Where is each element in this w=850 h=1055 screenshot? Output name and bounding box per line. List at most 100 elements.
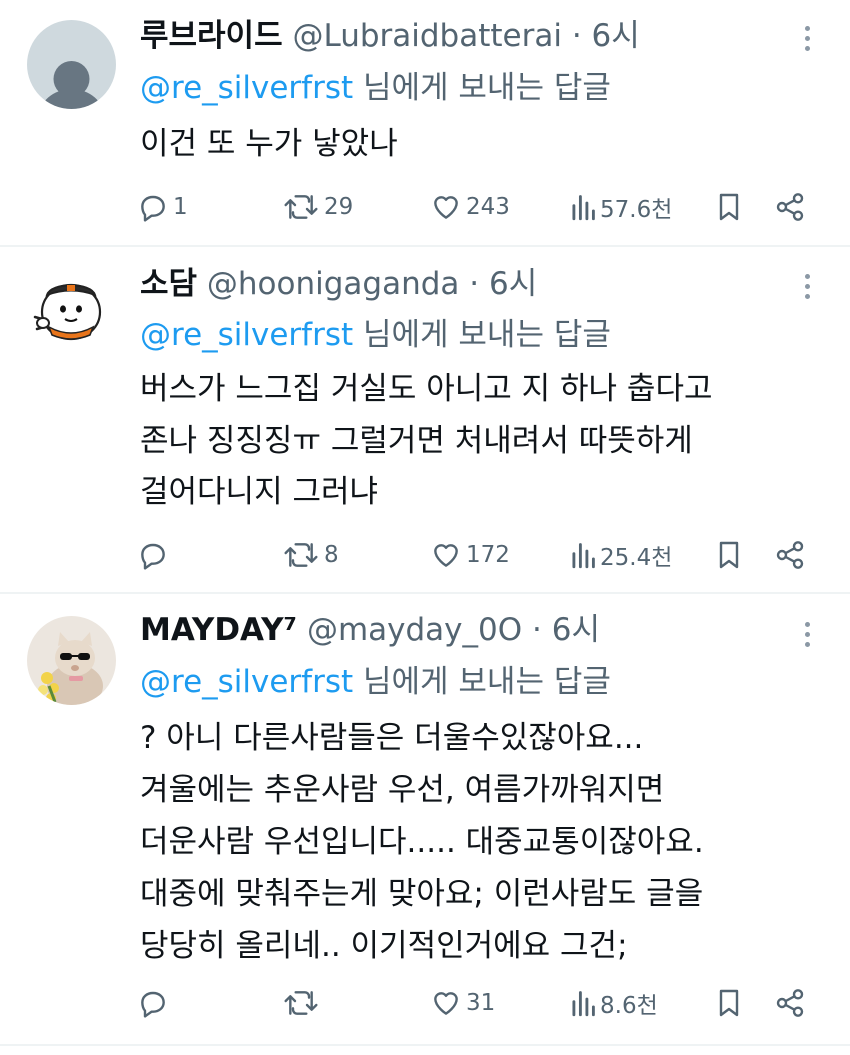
reply-to-label: 님에게 보내는 답글 bbox=[363, 317, 611, 353]
reply-to-label: 님에게 보내는 답글 bbox=[363, 70, 611, 106]
more-options-button[interactable] bbox=[800, 622, 814, 652]
retweet-count: 8 bbox=[324, 542, 339, 568]
share-icon bbox=[776, 193, 804, 221]
views-count: 57.6천 bbox=[600, 197, 673, 223]
bar-chart-icon bbox=[572, 543, 595, 569]
display-name[interactable]: 소담 bbox=[140, 266, 197, 302]
reply-context: @re_silverfrst 님에게 보내는 답글 bbox=[140, 66, 611, 110]
reply-count: 1 bbox=[173, 194, 188, 220]
share-icon bbox=[776, 989, 804, 1017]
bookmark-button[interactable] bbox=[713, 983, 745, 1023]
tweet-header: 소담 @hoonigaganda · 6시 bbox=[140, 262, 780, 306]
retweet-button[interactable]: 29 bbox=[282, 187, 353, 227]
more-dot bbox=[804, 46, 810, 51]
tweet-text-line: 대중에 맞춰주는게 맞아요; 이런사람도 글을 bbox=[140, 876, 704, 912]
like-button[interactable]: 31 bbox=[430, 983, 495, 1023]
retweet-button[interactable]: 8 bbox=[282, 535, 339, 575]
share-button[interactable] bbox=[773, 983, 807, 1023]
tweet-text-line: 이건 또 누가 낳았나 bbox=[140, 126, 398, 162]
like-count: 31 bbox=[466, 990, 496, 1016]
tweet-2[interactable]: 소담 @hoonigaganda · 6시 @re_silverfrst 님에게… bbox=[0, 247, 850, 592]
views-button[interactable]: 57.6천 bbox=[570, 187, 672, 227]
tweet-text-line: 걸어다니지 그러냐 bbox=[140, 474, 379, 510]
avatar[interactable] bbox=[27, 616, 116, 705]
bookmark-button[interactable] bbox=[713, 187, 745, 227]
tweet-text-line: 당당히 올리네.. 이기적인거에요 그건; bbox=[140, 928, 628, 964]
separator-dot: · bbox=[532, 612, 542, 648]
user-handle[interactable]: @hoonigaganda bbox=[207, 266, 460, 302]
action-bar: 1 29 243 57.6천 bbox=[0, 187, 850, 227]
bookmark-icon bbox=[719, 989, 739, 1017]
share-button[interactable] bbox=[773, 535, 807, 575]
reply-to-handle[interactable]: @re_silverfrst bbox=[140, 70, 353, 106]
reply-context: @re_silverfrst 님에게 보내는 답글 bbox=[140, 313, 611, 357]
tweet-header: MAYDAY⁷ @mayday_0O · 6시 bbox=[140, 608, 780, 652]
like-button[interactable]: 172 bbox=[430, 535, 510, 575]
views-button[interactable]: 25.4천 bbox=[570, 535, 672, 575]
more-options-button[interactable] bbox=[800, 274, 814, 304]
retweet-icon bbox=[284, 543, 318, 567]
tweet-text-line: ? 아니 다른사람들은 더울수있잖아요... bbox=[140, 720, 644, 756]
tweet-3[interactable]: MAYDAY⁷ @mayday_0O · 6시 @re_silverfrst 님… bbox=[0, 594, 850, 1044]
more-dots-icon bbox=[804, 274, 810, 279]
tweet-1[interactable]: 루브라이드 @Lubraidbatterai · 6시 @re_silverfr… bbox=[0, 0, 850, 246]
more-dot bbox=[804, 642, 810, 647]
separator-dot: · bbox=[571, 18, 582, 54]
bookmark-icon bbox=[719, 193, 739, 221]
reply-to-label: 님에게 보내는 답글 bbox=[363, 664, 611, 700]
heart-icon bbox=[434, 992, 458, 1015]
reply-button[interactable] bbox=[137, 983, 173, 1023]
timestamp[interactable]: 6시 bbox=[489, 266, 537, 302]
bookmark-icon bbox=[719, 541, 739, 569]
views-button[interactable]: 8.6천 bbox=[570, 983, 658, 1023]
more-dot bbox=[804, 36, 810, 41]
share-icon bbox=[776, 541, 804, 569]
avatar[interactable] bbox=[27, 20, 116, 109]
more-dot bbox=[804, 284, 810, 289]
divider bbox=[0, 1044, 850, 1046]
default-avatar-icon bbox=[27, 20, 116, 109]
display-name[interactable]: 루브라이드 bbox=[140, 18, 283, 54]
retweet-count: 29 bbox=[324, 194, 354, 220]
reply-to-handle[interactable]: @re_silverfrst bbox=[140, 317, 353, 353]
tweet-text-line: 존나 징징징ㅠ 그럴거면 처내려서 따뜻하게 bbox=[140, 423, 693, 459]
user-handle[interactable]: @mayday_0O bbox=[307, 612, 522, 648]
like-count: 172 bbox=[466, 542, 510, 568]
heart-icon bbox=[434, 196, 458, 219]
action-bar: 8 172 25.4천 bbox=[0, 535, 850, 575]
more-dot bbox=[804, 294, 810, 299]
avatar[interactable] bbox=[27, 265, 116, 354]
views-count: 8.6천 bbox=[600, 993, 658, 1019]
speech-bubble-icon bbox=[141, 543, 165, 570]
user-handle[interactable]: @Lubraidbatterai bbox=[292, 18, 562, 54]
more-options-button[interactable] bbox=[800, 26, 814, 56]
action-bar: 31 8.6천 bbox=[0, 983, 850, 1023]
more-dots-icon bbox=[804, 622, 810, 627]
tweet-text-line: 더운사람 우선입니다..... 대중교통이잖아요. bbox=[140, 824, 704, 860]
speech-bubble-icon bbox=[141, 195, 165, 222]
tweet-text-line: 버스가 느그집 거실도 아니고 지 하나 춥다고 bbox=[140, 371, 713, 407]
like-count: 243 bbox=[466, 194, 510, 220]
tweet-header: 루브라이드 @Lubraidbatterai · 6시 bbox=[140, 14, 780, 58]
reply-button[interactable]: 1 bbox=[137, 187, 188, 227]
bar-chart-icon bbox=[572, 991, 595, 1017]
timestamp[interactable]: 6시 bbox=[592, 18, 640, 54]
reply-button[interactable] bbox=[137, 535, 173, 575]
more-dots-icon bbox=[804, 26, 810, 31]
bar-chart-icon bbox=[572, 195, 595, 221]
bookmark-button[interactable] bbox=[713, 535, 745, 575]
display-name[interactable]: MAYDAY⁷ bbox=[140, 612, 297, 648]
share-button[interactable] bbox=[773, 187, 807, 227]
reply-context: @re_silverfrst 님에게 보내는 답글 bbox=[140, 660, 611, 704]
separator-dot: · bbox=[469, 266, 480, 302]
more-dot bbox=[804, 632, 810, 637]
views-count: 25.4천 bbox=[600, 545, 673, 571]
retweet-icon bbox=[284, 195, 318, 219]
reply-to-handle[interactable]: @re_silverfrst bbox=[140, 664, 353, 700]
cat-with-sunglasses-icon bbox=[27, 616, 116, 705]
cartoon-character-icon bbox=[27, 265, 116, 354]
retweet-button[interactable] bbox=[282, 983, 324, 1023]
like-button[interactable]: 243 bbox=[430, 187, 510, 227]
tweet-text-line: 겨울에는 추운사람 우선, 여름가까워지면 bbox=[140, 772, 665, 808]
timestamp[interactable]: 6시 bbox=[552, 612, 600, 648]
